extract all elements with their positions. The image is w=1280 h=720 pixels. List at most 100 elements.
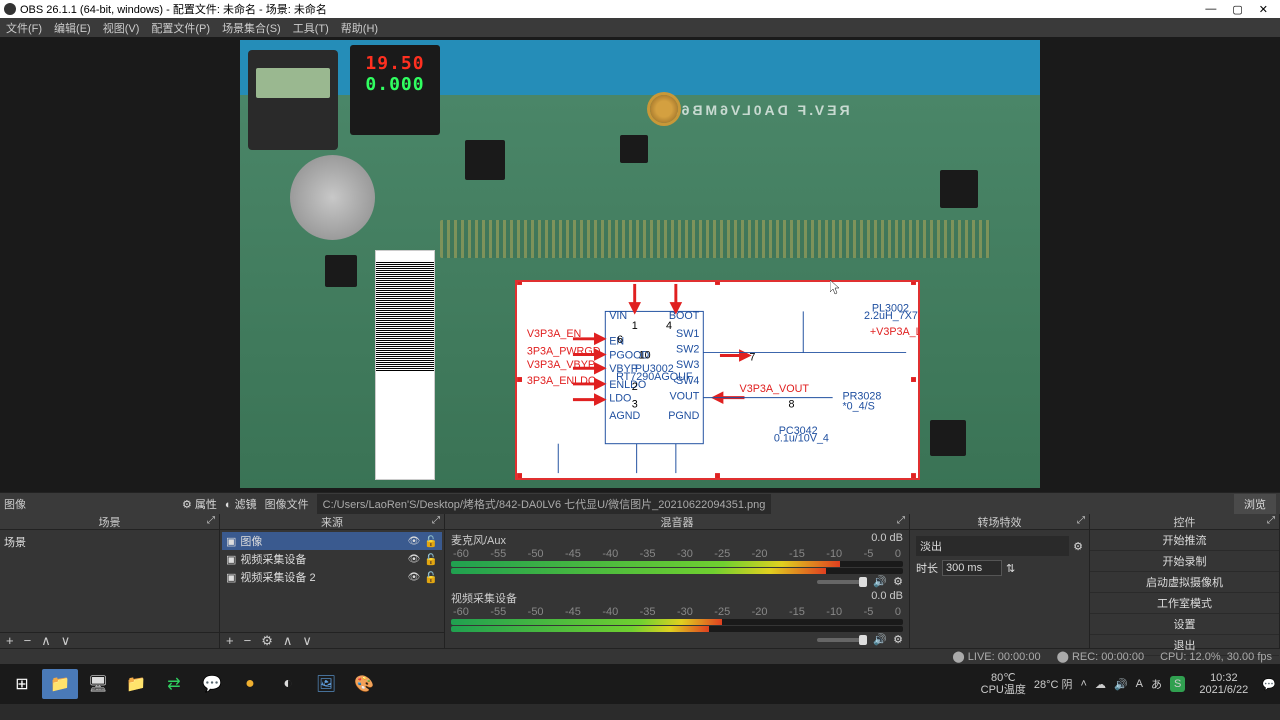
gear-icon[interactable]: ⚙	[893, 633, 903, 646]
cpu-temp[interactable]: 80℃CPU温度	[981, 672, 1026, 696]
channel-db: 0.0 dB	[871, 590, 903, 606]
studio-mode-button[interactable]: 工作室模式	[1090, 593, 1279, 614]
source-settings-button[interactable]: ⚙	[261, 633, 273, 649]
minimize-button[interactable]: —	[1205, 3, 1216, 16]
taskbar-app[interactable]: 🖼	[308, 669, 344, 699]
status-bar: ⬤ LIVE: 00:00:00 ⬤ REC: 00:00:00 CPU: 12…	[0, 648, 1280, 664]
svg-text:V3P3A_VBYP: V3P3A_VBYP	[527, 359, 595, 371]
taskbar-clock[interactable]: 10:322021/6/22	[1193, 672, 1254, 696]
visibility-icon[interactable]: 👁	[408, 554, 421, 565]
gear-icon[interactable]: ⚙	[893, 575, 903, 588]
taskbar-app[interactable]: 🎨	[346, 669, 382, 699]
browse-button[interactable]: 浏览	[1234, 494, 1276, 514]
taskbar-app[interactable]: ●	[232, 669, 268, 699]
scene-down-button[interactable]: ∨	[61, 633, 71, 649]
svg-text:*0_4/S: *0_4/S	[842, 400, 874, 412]
taskbar-app[interactable]: 📁	[118, 669, 154, 699]
ic-chip	[325, 255, 357, 287]
settings-button[interactable]: 设置	[1090, 614, 1279, 635]
preview-canvas[interactable]: 19.50 0.000 REV.F DA0LV6MB6F PU3002 RT72…	[240, 40, 1040, 488]
start-streaming-button[interactable]: 开始推流	[1090, 530, 1279, 551]
volume-slider[interactable]	[817, 638, 867, 642]
lock-icon[interactable]: 🔓	[424, 553, 438, 566]
visibility-icon[interactable]: 👁	[408, 536, 421, 547]
svg-text:6: 6	[617, 334, 623, 346]
obs-icon	[4, 3, 16, 15]
status-cpu: CPU: 12.0%, 30.00 fps	[1160, 651, 1272, 663]
scene-up-button[interactable]: ∧	[41, 633, 51, 649]
spinner-icon[interactable]: ⇅	[1006, 562, 1015, 575]
tray-ime-icon[interactable]: A	[1136, 678, 1143, 690]
menu-help[interactable]: 帮助(H)	[341, 20, 378, 36]
taskbar-app[interactable]: ⇄	[156, 669, 192, 699]
source-down-button[interactable]: ∨	[302, 633, 312, 649]
preview-area[interactable]: 19.50 0.000 REV.F DA0LV6MB6F PU3002 RT72…	[0, 37, 1280, 492]
tray-volume-icon[interactable]: 🔊	[1114, 678, 1128, 691]
current-readout: 0.000	[350, 74, 440, 95]
lock-icon[interactable]: 🔓	[424, 535, 438, 548]
transition-select[interactable]: 淡出	[916, 536, 1069, 556]
tray-ime2-icon[interactable]: あ	[1151, 676, 1162, 692]
remove-scene-button[interactable]: −	[24, 633, 32, 648]
scene-item[interactable]: 场景	[4, 534, 215, 550]
taskbar-wechat[interactable]: 💬	[194, 669, 230, 699]
maximize-button[interactable]: ▢	[1232, 3, 1242, 16]
taskbar-app[interactable]: 📁	[42, 669, 78, 699]
status-live: ⬤ LIVE: 00:00:00	[952, 650, 1040, 663]
start-button[interactable]: ⊞	[4, 669, 40, 699]
notifications-icon[interactable]: 💬	[1262, 678, 1276, 691]
popout-icon[interactable]: ⤢	[1267, 515, 1275, 526]
add-source-button[interactable]: +	[226, 633, 234, 648]
power-supply-display: 19.50 0.000	[350, 45, 440, 135]
menu-tools[interactable]: 工具(T)	[293, 20, 329, 36]
source-up-button[interactable]: ∧	[283, 633, 293, 649]
weather-widget[interactable]: 28°C 阴	[1034, 676, 1073, 692]
add-scene-button[interactable]: +	[6, 633, 14, 648]
menu-file[interactable]: 文件(F)	[6, 20, 42, 36]
popout-icon[interactable]: ⤢	[432, 515, 440, 526]
popout-icon[interactable]: ⤢	[1077, 515, 1085, 526]
menu-profile[interactable]: 配置文件(P)	[151, 20, 210, 36]
svg-text:1: 1	[632, 320, 638, 332]
filters-button[interactable]: ◐ 滤镜	[225, 496, 257, 512]
svg-text:SW1: SW1	[676, 328, 699, 340]
menu-bar: 文件(F) 编辑(E) 视图(V) 配置文件(P) 场景集合(S) 工具(T) …	[0, 18, 1280, 37]
volume-slider[interactable]	[817, 580, 867, 584]
svg-text:LDO: LDO	[609, 393, 631, 405]
svg-text:AGND: AGND	[609, 410, 640, 422]
close-button[interactable]: ✕	[1259, 3, 1268, 16]
visibility-icon[interactable]: 👁	[408, 572, 421, 583]
taskbar-obs[interactable]: ◐	[270, 669, 306, 699]
tray-app-icon[interactable]: S	[1170, 676, 1185, 692]
vu-meter	[451, 619, 903, 625]
source-item-capture[interactable]: ▣ 视频采集设备👁🔓	[222, 550, 442, 568]
menu-scene-collection[interactable]: 场景集合(S)	[222, 20, 281, 36]
taskbar-app[interactable]: 🖥	[80, 669, 116, 699]
window-buttons: — ▢ ✕	[1205, 3, 1276, 16]
start-recording-button[interactable]: 开始录制	[1090, 551, 1279, 572]
start-virtualcam-button[interactable]: 启动虚拟摄像机	[1090, 572, 1279, 593]
duration-input[interactable]	[942, 560, 1002, 576]
speaker-icon[interactable]: 🔊	[873, 633, 887, 646]
vu-meter	[451, 568, 903, 574]
tray-chevron-icon[interactable]: ˄	[1081, 678, 1087, 690]
svg-text:2: 2	[632, 381, 638, 393]
popout-icon[interactable]: ⤢	[207, 515, 215, 526]
gear-icon[interactable]: ⚙	[1073, 540, 1083, 553]
schematic-overlay[interactable]: PU3002 RT7290AGQUF VIN EN PGOOD VBYP ENL…	[515, 280, 920, 480]
docks: 场景⤢ 场景 + − ∧ ∨ 来源⤢ ▣ 图像👁🔓 ▣ 视频采集设备👁🔓 ▣ 视…	[0, 514, 1280, 648]
properties-button[interactable]: ⚙ 属性	[182, 496, 217, 512]
scenes-toolbar: + − ∧ ∨	[0, 632, 219, 648]
tray-cloud-icon[interactable]: ☁	[1095, 678, 1106, 691]
menu-edit[interactable]: 编辑(E)	[54, 20, 91, 36]
speaker-icon[interactable]: 🔊	[873, 575, 887, 588]
source-item-capture2[interactable]: ▣ 视频采集设备 2👁🔓	[222, 568, 442, 586]
lock-icon[interactable]: 🔓	[424, 571, 438, 584]
svg-text:3P3A_PWRGD: 3P3A_PWRGD	[527, 346, 601, 358]
popout-icon[interactable]: ⤢	[897, 515, 905, 526]
svg-text:SW3: SW3	[676, 359, 699, 371]
menu-view[interactable]: 视图(V)	[103, 20, 140, 36]
vu-meter	[451, 561, 903, 567]
remove-source-button[interactable]: −	[244, 633, 252, 648]
source-item-image[interactable]: ▣ 图像👁🔓	[222, 532, 442, 550]
